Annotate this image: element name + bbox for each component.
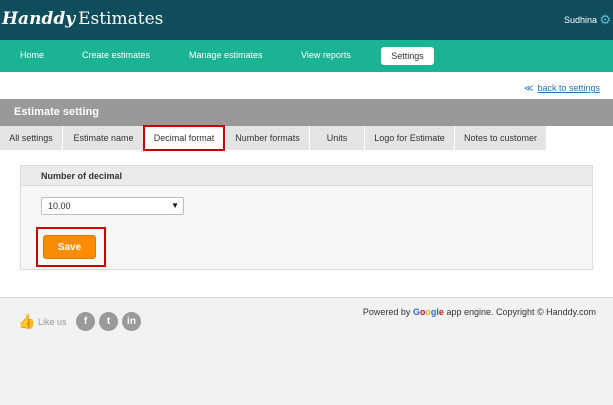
tab-decimal-format[interactable]: Decimal format <box>143 125 225 151</box>
tab-logo-for-estimate[interactable]: Logo for Estimate <box>365 126 455 150</box>
tab-estimate-name[interactable]: Estimate name <box>63 126 145 150</box>
nav-manage-estimates[interactable]: Manage estimates <box>189 50 263 60</box>
tab-units[interactable]: Units <box>310 126 365 150</box>
linkedin-icon[interactable]: in <box>122 312 141 331</box>
settings-tabs: All settings Estimate name Decimal forma… <box>0 125 613 151</box>
back-link-label: back to settings <box>537 83 600 93</box>
save-button[interactable]: Save <box>43 235 96 259</box>
decimal-select-value: 10.00 <box>48 201 71 211</box>
nav-view-reports[interactable]: View reports <box>301 50 351 60</box>
footer-divider <box>0 297 613 298</box>
save-highlight-box: Save <box>36 227 106 267</box>
powered-prefix: Powered by <box>362 307 411 317</box>
twitter-icon[interactable]: t <box>99 312 118 331</box>
powered-by: Powered by Google app engine. Copyright … <box>363 307 596 317</box>
back-to-settings-link[interactable]: ≪ back to settings <box>524 83 600 94</box>
panel-title: Number of decimal <box>21 166 592 186</box>
powered-suffix: app engine. Copyright © Handdy.com <box>446 307 596 317</box>
gear-icon[interactable]: ⚙ <box>599 12 611 28</box>
user-name[interactable]: Sudhina <box>564 15 597 25</box>
decimal-format-panel: Number of decimal 10.00 ▼ Save <box>20 165 593 270</box>
main-nav: Home Create estimates Manage estimates V… <box>0 40 613 72</box>
thumbs-up-icon: 👍 <box>18 313 36 329</box>
section-title: Estimate setting <box>0 99 613 126</box>
decimal-select[interactable]: 10.00 ▼ <box>41 197 184 215</box>
top-bar: Handdy Estimates Sudhina ⚙ <box>0 0 613 40</box>
like-us-label: Like us <box>38 317 67 327</box>
nav-create-estimates[interactable]: Create estimates <box>82 50 150 60</box>
google-logo: Google <box>412 307 444 317</box>
nav-home[interactable]: Home <box>20 50 44 60</box>
tab-all-settings[interactable]: All settings <box>0 126 63 150</box>
caret-down-icon: ▼ <box>171 201 179 210</box>
tab-number-formats[interactable]: Number formats <box>226 126 310 150</box>
facebook-icon[interactable]: f <box>76 312 95 331</box>
logo-text: Estimates <box>78 9 164 29</box>
nav-settings[interactable]: Settings <box>381 47 434 65</box>
tab-notes-to-customer[interactable]: Notes to customer <box>455 126 547 150</box>
content-area: ≪ back to settings Estimate setting All s… <box>0 72 613 297</box>
logo-script: Handdy <box>2 9 76 29</box>
double-chevron-left-icon: ≪ <box>524 83 534 93</box>
app-logo[interactable]: Handdy Estimates <box>2 9 163 29</box>
